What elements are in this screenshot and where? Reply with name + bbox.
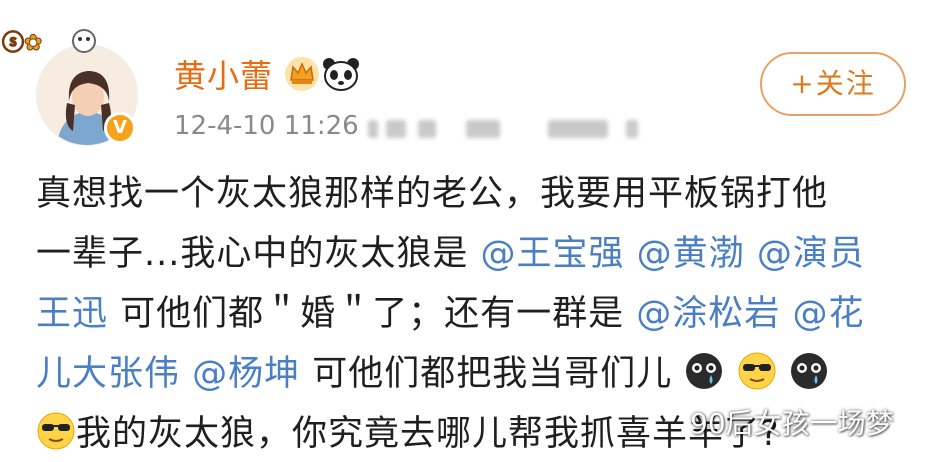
- mention-link[interactable]: 王迅: [36, 294, 108, 334]
- cool-face-icon: [738, 352, 776, 390]
- post-text: 可他们都把我当哥们儿: [300, 354, 673, 394]
- crown-icon: [285, 57, 319, 91]
- verified-v-icon: V: [104, 112, 136, 144]
- watermark: 90后女孩一场梦: [690, 407, 894, 440]
- post-text: 可他们都＂婚＂了；还有一群是: [108, 294, 637, 334]
- post-text: 一辈子...我心中的灰太狼是: [36, 234, 481, 274]
- blurred-source-info: [368, 120, 378, 138]
- content-line: 王迅 可他们都＂婚＂了；还有一群是 @涂松岩 @花: [36, 284, 916, 344]
- blurred-source-info: [466, 120, 500, 138]
- panda-icon: [323, 58, 359, 91]
- mention-link[interactable]: @杨坤: [192, 354, 300, 394]
- content-line: 儿大张伟 @杨坤 可他们都把我当哥们儿: [36, 344, 916, 404]
- mention-link[interactable]: @黄渤: [637, 234, 745, 274]
- mention-link[interactable]: 儿大张伟: [36, 354, 180, 394]
- follow-button[interactable]: +关注: [760, 52, 906, 116]
- post-text: 我的灰太狼，你究竟去哪儿帮我抓喜羊羊了?: [76, 414, 780, 454]
- blurred-source-info: [418, 120, 436, 138]
- mention-link[interactable]: @花: [792, 294, 864, 334]
- blurred-source-info: [386, 120, 406, 138]
- blurred-source-info: [626, 120, 638, 138]
- content-line: 真想找一个灰太狼那样的老公，我要用平板锅打他: [36, 164, 916, 224]
- mention-link[interactable]: @演员: [757, 234, 865, 274]
- content-line: 一辈子...我心中的灰太狼是 @王宝强 @黄渤 @演员: [36, 224, 916, 284]
- post-text: 真想找一个灰太狼那样的老公，我要用平板锅打他: [36, 174, 829, 214]
- svg-text:ⓢ✿: ⓢ✿: [2, 30, 42, 56]
- mention-link[interactable]: @王宝强: [481, 234, 625, 274]
- blurred-source-info: [548, 120, 608, 138]
- cool-face-icon: [37, 412, 75, 450]
- crying-face-icon: [790, 353, 827, 389]
- avatar-frame-badge-icon: ⓢ✿: [2, 29, 96, 57]
- crying-face-icon: [686, 353, 723, 389]
- author-name[interactable]: 黄小蕾: [174, 56, 273, 96]
- mention-link[interactable]: @涂松岩: [636, 294, 780, 334]
- post-timestamp: 12-4-10 11:26: [174, 111, 359, 141]
- weibo-post: ⓢ✿ V 黄小蕾 12-4-10 11:26 +关注 真想找一个灰太狼那样的老公…: [0, 0, 950, 462]
